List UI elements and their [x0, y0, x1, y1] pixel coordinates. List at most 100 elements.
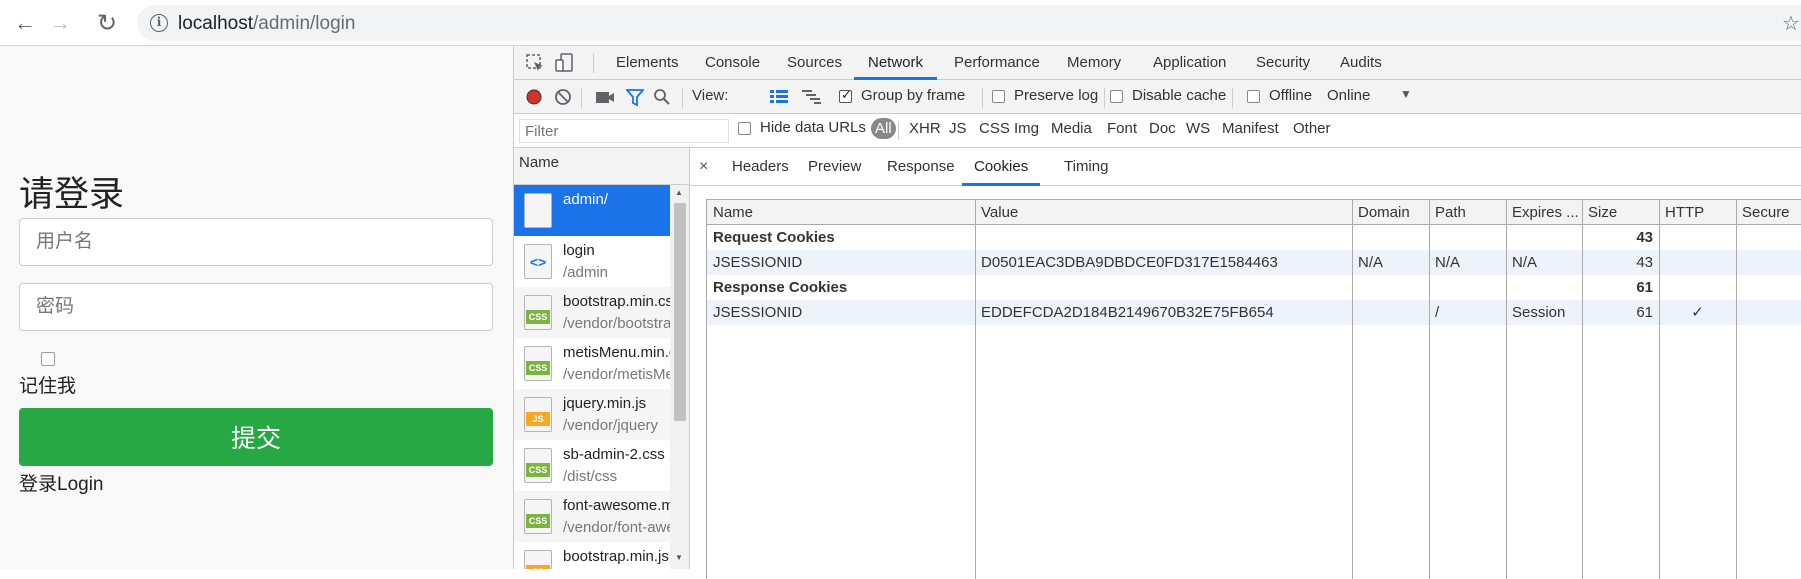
inspect-element-icon[interactable] [526, 54, 544, 72]
tab-headers[interactable]: Headers [732, 148, 789, 186]
request-row[interactable]: <> login /admin [514, 236, 670, 287]
request-row[interactable]: CSS sb-admin-2.css /dist/css [514, 440, 670, 491]
url-text[interactable]: localhost/admin/login [178, 13, 355, 35]
disable-cache-checkbox[interactable] [1110, 90, 1123, 103]
password-input[interactable] [19, 283, 493, 331]
filter-other[interactable]: Other [1293, 120, 1331, 137]
submit-button[interactable]: 提交 [19, 408, 493, 466]
column-divider[interactable] [1506, 200, 1507, 579]
column-divider[interactable] [1352, 200, 1353, 579]
tab-application[interactable]: Application [1153, 46, 1226, 80]
column-header-path[interactable]: Path [1429, 200, 1506, 225]
url-path: /admin/login [253, 13, 356, 34]
filter-xhr[interactable]: XHR [909, 120, 941, 137]
scrollbar-thumb[interactable] [674, 203, 686, 421]
screenshot-camera-icon[interactable] [595, 89, 615, 105]
column-divider[interactable] [1582, 200, 1583, 579]
group-by-frame-checkbox[interactable]: ✓ [839, 87, 852, 103]
offline-checkbox[interactable] [1247, 90, 1260, 103]
filter-js[interactable]: JS [949, 120, 967, 137]
filter-img[interactable]: Img [1014, 120, 1039, 137]
filter-all[interactable]: All [871, 118, 896, 139]
filter-media[interactable]: Media [1051, 120, 1092, 137]
column-header-value[interactable]: Value [975, 200, 1352, 225]
tab-audits[interactable]: Audits [1340, 46, 1382, 80]
table-row[interactable]: JSESSIONID D0501EAC3DBA9DBDCE0FD317E1584… [707, 250, 1801, 275]
filter-doc[interactable]: Doc [1149, 120, 1176, 137]
scroll-up-icon[interactable]: ▲ [675, 188, 683, 197]
filter-input[interactable] [519, 119, 729, 143]
footer-text: 登录Login [19, 474, 104, 495]
username-input[interactable] [19, 218, 493, 266]
dropdown-arrow-icon[interactable]: ▼ [1400, 87, 1412, 101]
throttling-select[interactable]: Online [1327, 87, 1370, 104]
site-info-icon[interactable]: i [150, 14, 168, 32]
request-row[interactable]: CSS bootstrap.min.css /vendor/bootstrap/… [514, 287, 689, 338]
request-row[interactable]: CSS metisMenu.min.css /vendor/metisMenu [514, 338, 689, 389]
tab-network[interactable]: Network [854, 46, 938, 80]
toolbar-divider [1104, 88, 1105, 108]
clear-icon[interactable] [554, 88, 572, 106]
filter-font[interactable]: Font [1107, 120, 1137, 137]
large-rows-icon[interactable] [770, 89, 788, 105]
tab-response[interactable]: Response [887, 148, 955, 186]
table-row[interactable]: Response Cookies 61 [707, 275, 1801, 300]
column-divider[interactable] [1736, 200, 1737, 579]
tab-console[interactable]: Console [705, 46, 760, 80]
filter-css[interactable]: CSS [979, 120, 1010, 137]
request-list-scrollbar[interactable]: ▲ ▼ [670, 185, 689, 569]
table-row[interactable]: JSESSIONID EDDEFCDA2D184B2149670B32E75FB… [707, 300, 1801, 325]
search-icon[interactable] [653, 88, 671, 106]
url-host: localhost [178, 13, 253, 34]
column-header-domain[interactable]: Domain [1352, 200, 1429, 225]
reload-icon[interactable]: ↻ [91, 8, 123, 38]
tab-elements[interactable]: Elements [616, 46, 679, 80]
waterfall-icon[interactable] [802, 89, 822, 105]
tab-memory[interactable]: Memory [1067, 46, 1121, 80]
cookie-size: 43 [1636, 254, 1653, 271]
cookie-size: 61 [1636, 304, 1653, 321]
name-column-header[interactable]: Name [514, 148, 689, 185]
request-row[interactable]: JS bootstrap.min.js [514, 542, 670, 569]
table-row[interactable]: Request Cookies 43 [707, 225, 1801, 250]
html-file-icon: <> [524, 244, 552, 279]
filter-ws[interactable]: WS [1186, 120, 1210, 137]
address-bar[interactable]: i localhost/admin/login [137, 5, 1801, 41]
column-header-size[interactable]: Size [1582, 200, 1659, 225]
scroll-down-icon[interactable]: ▼ [675, 553, 683, 562]
tab-performance[interactable]: Performance [954, 46, 1040, 80]
hide-data-urls-checkbox[interactable] [738, 122, 751, 135]
column-divider[interactable] [975, 200, 976, 579]
cookie-path: N/A [1435, 254, 1461, 271]
cookie-value: D0501EAC3DBA9DBDCE0FD317E1584463 [981, 254, 1278, 271]
filter-icon[interactable] [626, 89, 644, 107]
tab-security[interactable]: Security [1256, 46, 1310, 80]
preserve-log-checkbox[interactable] [992, 90, 1005, 103]
page-title: 请登录 [19, 175, 125, 214]
column-header-expires[interactable]: Expires ... [1506, 200, 1582, 225]
column-header-secure[interactable]: Secure [1736, 200, 1801, 225]
request-row[interactable]: CSS font-awesome.min.css /vendor/font-aw… [514, 491, 689, 542]
filter-manifest[interactable]: Manifest [1222, 120, 1279, 137]
request-row[interactable]: JS jquery.min.js /vendor/jquery [514, 389, 670, 440]
view-label: View: [692, 87, 729, 104]
js-file-icon: JS [524, 397, 552, 432]
device-toolbar-icon[interactable] [555, 53, 575, 73]
request-row[interactable]: admin/ [514, 185, 670, 236]
request-path: /vendor/jquery [563, 417, 659, 434]
remember-me-checkbox[interactable] [41, 352, 55, 366]
bookmark-star-icon[interactable]: ☆ [1782, 11, 1800, 36]
column-header-http[interactable]: HTTP [1659, 200, 1736, 225]
tab-timing[interactable]: Timing [1064, 148, 1108, 186]
column-header-name[interactable]: Name [707, 200, 975, 225]
column-divider[interactable] [1429, 200, 1430, 579]
tab-sources[interactable]: Sources [787, 46, 842, 80]
detail-tab-bar: × Headers Preview Response Cookies Timin… [690, 148, 1801, 186]
forward-arrow-icon[interactable]: → [44, 8, 76, 38]
tab-preview[interactable]: Preview [808, 148, 861, 186]
back-arrow-icon[interactable]: ← [9, 8, 41, 38]
record-icon[interactable] [525, 88, 543, 106]
tab-cookies[interactable]: Cookies [962, 148, 1041, 186]
column-divider[interactable] [1659, 200, 1660, 579]
close-icon[interactable]: × [699, 148, 708, 186]
